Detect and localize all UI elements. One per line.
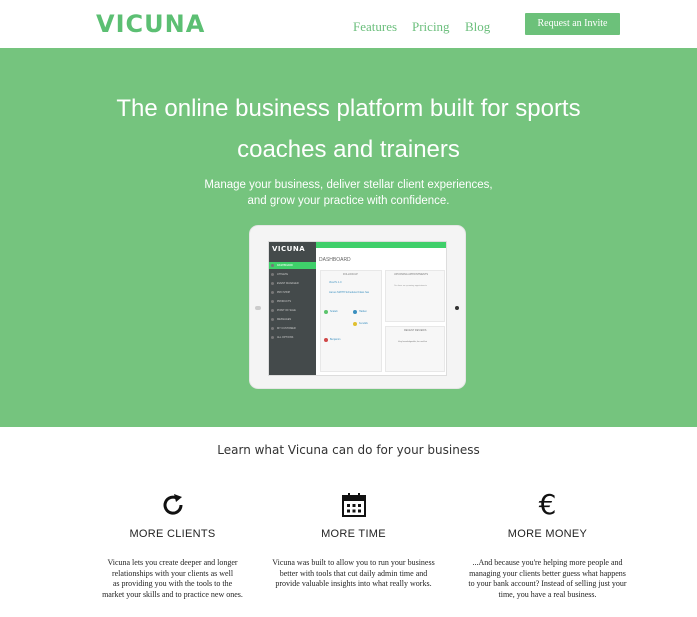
- followup-item: Benjamin: [330, 338, 341, 341]
- menu-label: MY CUSTOMER: [277, 327, 296, 330]
- feature-text-line: market your skills and to practice new o…: [102, 589, 243, 599]
- hero-title-line-2: coaches and trainers: [237, 136, 460, 163]
- feature-title: MORE CLIENTS: [129, 528, 216, 540]
- menu-dot-icon: [271, 309, 274, 312]
- menu-dot-icon: [271, 282, 274, 285]
- menu-dot-icon: [271, 318, 274, 321]
- dashboard-sidebar: VICUNA DASHBOARD ATHLETE EVENT MANAGER P…: [269, 242, 316, 375]
- reviews-panel-title: RECENT REVIEWS: [404, 329, 427, 332]
- reviews-panel: RECENT REVIEWS Very knowledgeable; fun a…: [385, 326, 445, 372]
- status-dot-icon: [324, 310, 328, 314]
- top-header: VICUNA Features Pricing Blog Request an …: [0, 0, 697, 48]
- menu-label: PRO SHOP: [277, 291, 291, 294]
- tablet-home-button: [455, 306, 459, 310]
- dashboard-menu-item: MY CUSTOMER: [269, 325, 316, 332]
- dashboard-menu-item: DASHBOARD: [269, 262, 316, 269]
- followup-item: Scaleb: [330, 310, 338, 313]
- tablet-side-button: [255, 306, 261, 310]
- hero-subtitle-line-2: and grow your practice with confidence.: [247, 195, 450, 207]
- hero-title-line-1: The online business platform built for s…: [116, 95, 581, 122]
- followup-panel-title: FOLLOW-UP: [343, 273, 358, 276]
- feature-text-line: relationships with your clients as well: [111, 568, 234, 578]
- followup-item: Kendick: [359, 322, 368, 325]
- status-dot-icon: [353, 322, 357, 326]
- dashboard-menu-item: PRODUCTS: [269, 298, 316, 305]
- dashboard-menu-item: PRO SHOP: [269, 289, 316, 296]
- dashboard-logo: VICUNA: [272, 245, 306, 253]
- dashboard-menu-item: POINT OF SALE: [269, 307, 316, 314]
- menu-dot-icon: [271, 300, 274, 303]
- review-text: Very knowledgeable; fun and fair: [398, 341, 428, 343]
- dashboard-menu-item: ATHLETE: [269, 271, 316, 278]
- appointments-panel-title: UPCOMING APPOINTMENTS: [394, 273, 429, 276]
- tablet-mockup: VICUNA DASHBOARD ATHLETE EVENT MANAGER P…: [249, 225, 466, 389]
- feature-title: MORE TIME: [321, 528, 386, 540]
- dashboard-title: DASHBOARD: [319, 257, 351, 263]
- refresh-icon: [85, 490, 260, 520]
- status-dot-icon: [324, 338, 328, 342]
- feature-text-line: to your bank account? Instead of selling…: [468, 579, 627, 588]
- dashboard-screenshot: VICUNA DASHBOARD ATHLETE EVENT MANAGER P…: [268, 241, 447, 376]
- followup-item: Vicar?s 1.0: [329, 281, 342, 284]
- features-heading: Learn what Vicuna can do for your busine…: [217, 443, 480, 457]
- feature-text-line: ...And because you're helping more peopl…: [472, 558, 623, 567]
- hero-subtitle-line-1: Manage your business, deliver stellar cl…: [204, 179, 493, 191]
- feature-more-clients: MORE CLIENTS Vicuna lets you create deep…: [85, 490, 260, 600]
- menu-dot-icon: [271, 264, 274, 267]
- menu-label: MESSAGES: [277, 318, 292, 321]
- feature-description: Vicuna lets you create deeper and longer…: [85, 558, 260, 600]
- menu-label: ALL OPTIONS: [277, 336, 294, 339]
- feature-more-money: € MORE MONEY ...And because you're helpi…: [460, 490, 635, 600]
- euro-icon: €: [538, 488, 557, 521]
- feature-more-time: MORE TIME Vicuna was built to allow you …: [266, 490, 441, 590]
- feature-text-line: time, you have a real business.: [498, 589, 597, 599]
- feature-text-line: Vicuna was built to allow you to run you…: [272, 558, 435, 567]
- dashboard-menu-item: ALL OPTIONS: [269, 334, 316, 341]
- menu-label: POINT OF SALE: [277, 309, 296, 312]
- feature-text-line: Vicuna lets you create deeper and longer: [107, 558, 238, 567]
- feature-title: MORE MONEY: [507, 528, 588, 540]
- menu-dot-icon: [271, 291, 274, 294]
- menu-label: PRODUCTS: [277, 300, 292, 303]
- status-dot-icon: [353, 310, 357, 314]
- nav-link-features[interactable]: Features: [353, 19, 397, 35]
- dashboard-menu-item: EVENT MANAGER: [269, 280, 316, 287]
- nav-link-blog[interactable]: Blog: [465, 19, 490, 35]
- menu-label: ATHLETE: [277, 273, 289, 276]
- nav-link-pricing[interactable]: Pricing: [412, 19, 450, 35]
- appointments-note: You have no upcoming appointments: [394, 285, 427, 287]
- dashboard-top-bar: [316, 242, 446, 248]
- followup-item: Haiden: [359, 310, 367, 313]
- feature-description: Vicuna was built to allow you to run you…: [266, 558, 441, 590]
- menu-dot-icon: [271, 336, 274, 339]
- feature-description: ...And because you're helping more peopl…: [460, 558, 635, 600]
- menu-dot-icon: [271, 327, 274, 330]
- followup-panel: FOLLOW-UP Vicar?s 1.0 James SMITH Schedu…: [320, 270, 382, 372]
- hero-section: The online business platform built for s…: [0, 48, 697, 427]
- calendar-icon: [266, 490, 441, 520]
- appointments-panel: UPCOMING APPOINTMENTS You have no upcomi…: [385, 270, 445, 322]
- dashboard-menu-item: MESSAGES: [269, 316, 316, 323]
- feature-text-line: better with tools that cut daily admin t…: [279, 568, 428, 578]
- followup-item: James SMITH Scheduled Class has: [329, 291, 370, 294]
- feature-text-line: managing your clients better guess what …: [469, 568, 626, 578]
- feature-text-line: provide valuable insights into what real…: [275, 579, 432, 588]
- request-invite-button[interactable]: Request an Invite: [525, 13, 620, 35]
- vicuna-logo[interactable]: VICUNA: [96, 10, 205, 38]
- menu-label: DASHBOARD: [277, 264, 293, 267]
- menu-label: EVENT MANAGER: [277, 282, 299, 285]
- menu-dot-icon: [271, 273, 274, 276]
- feature-text-line: as providing you with the tools to the: [112, 579, 233, 588]
